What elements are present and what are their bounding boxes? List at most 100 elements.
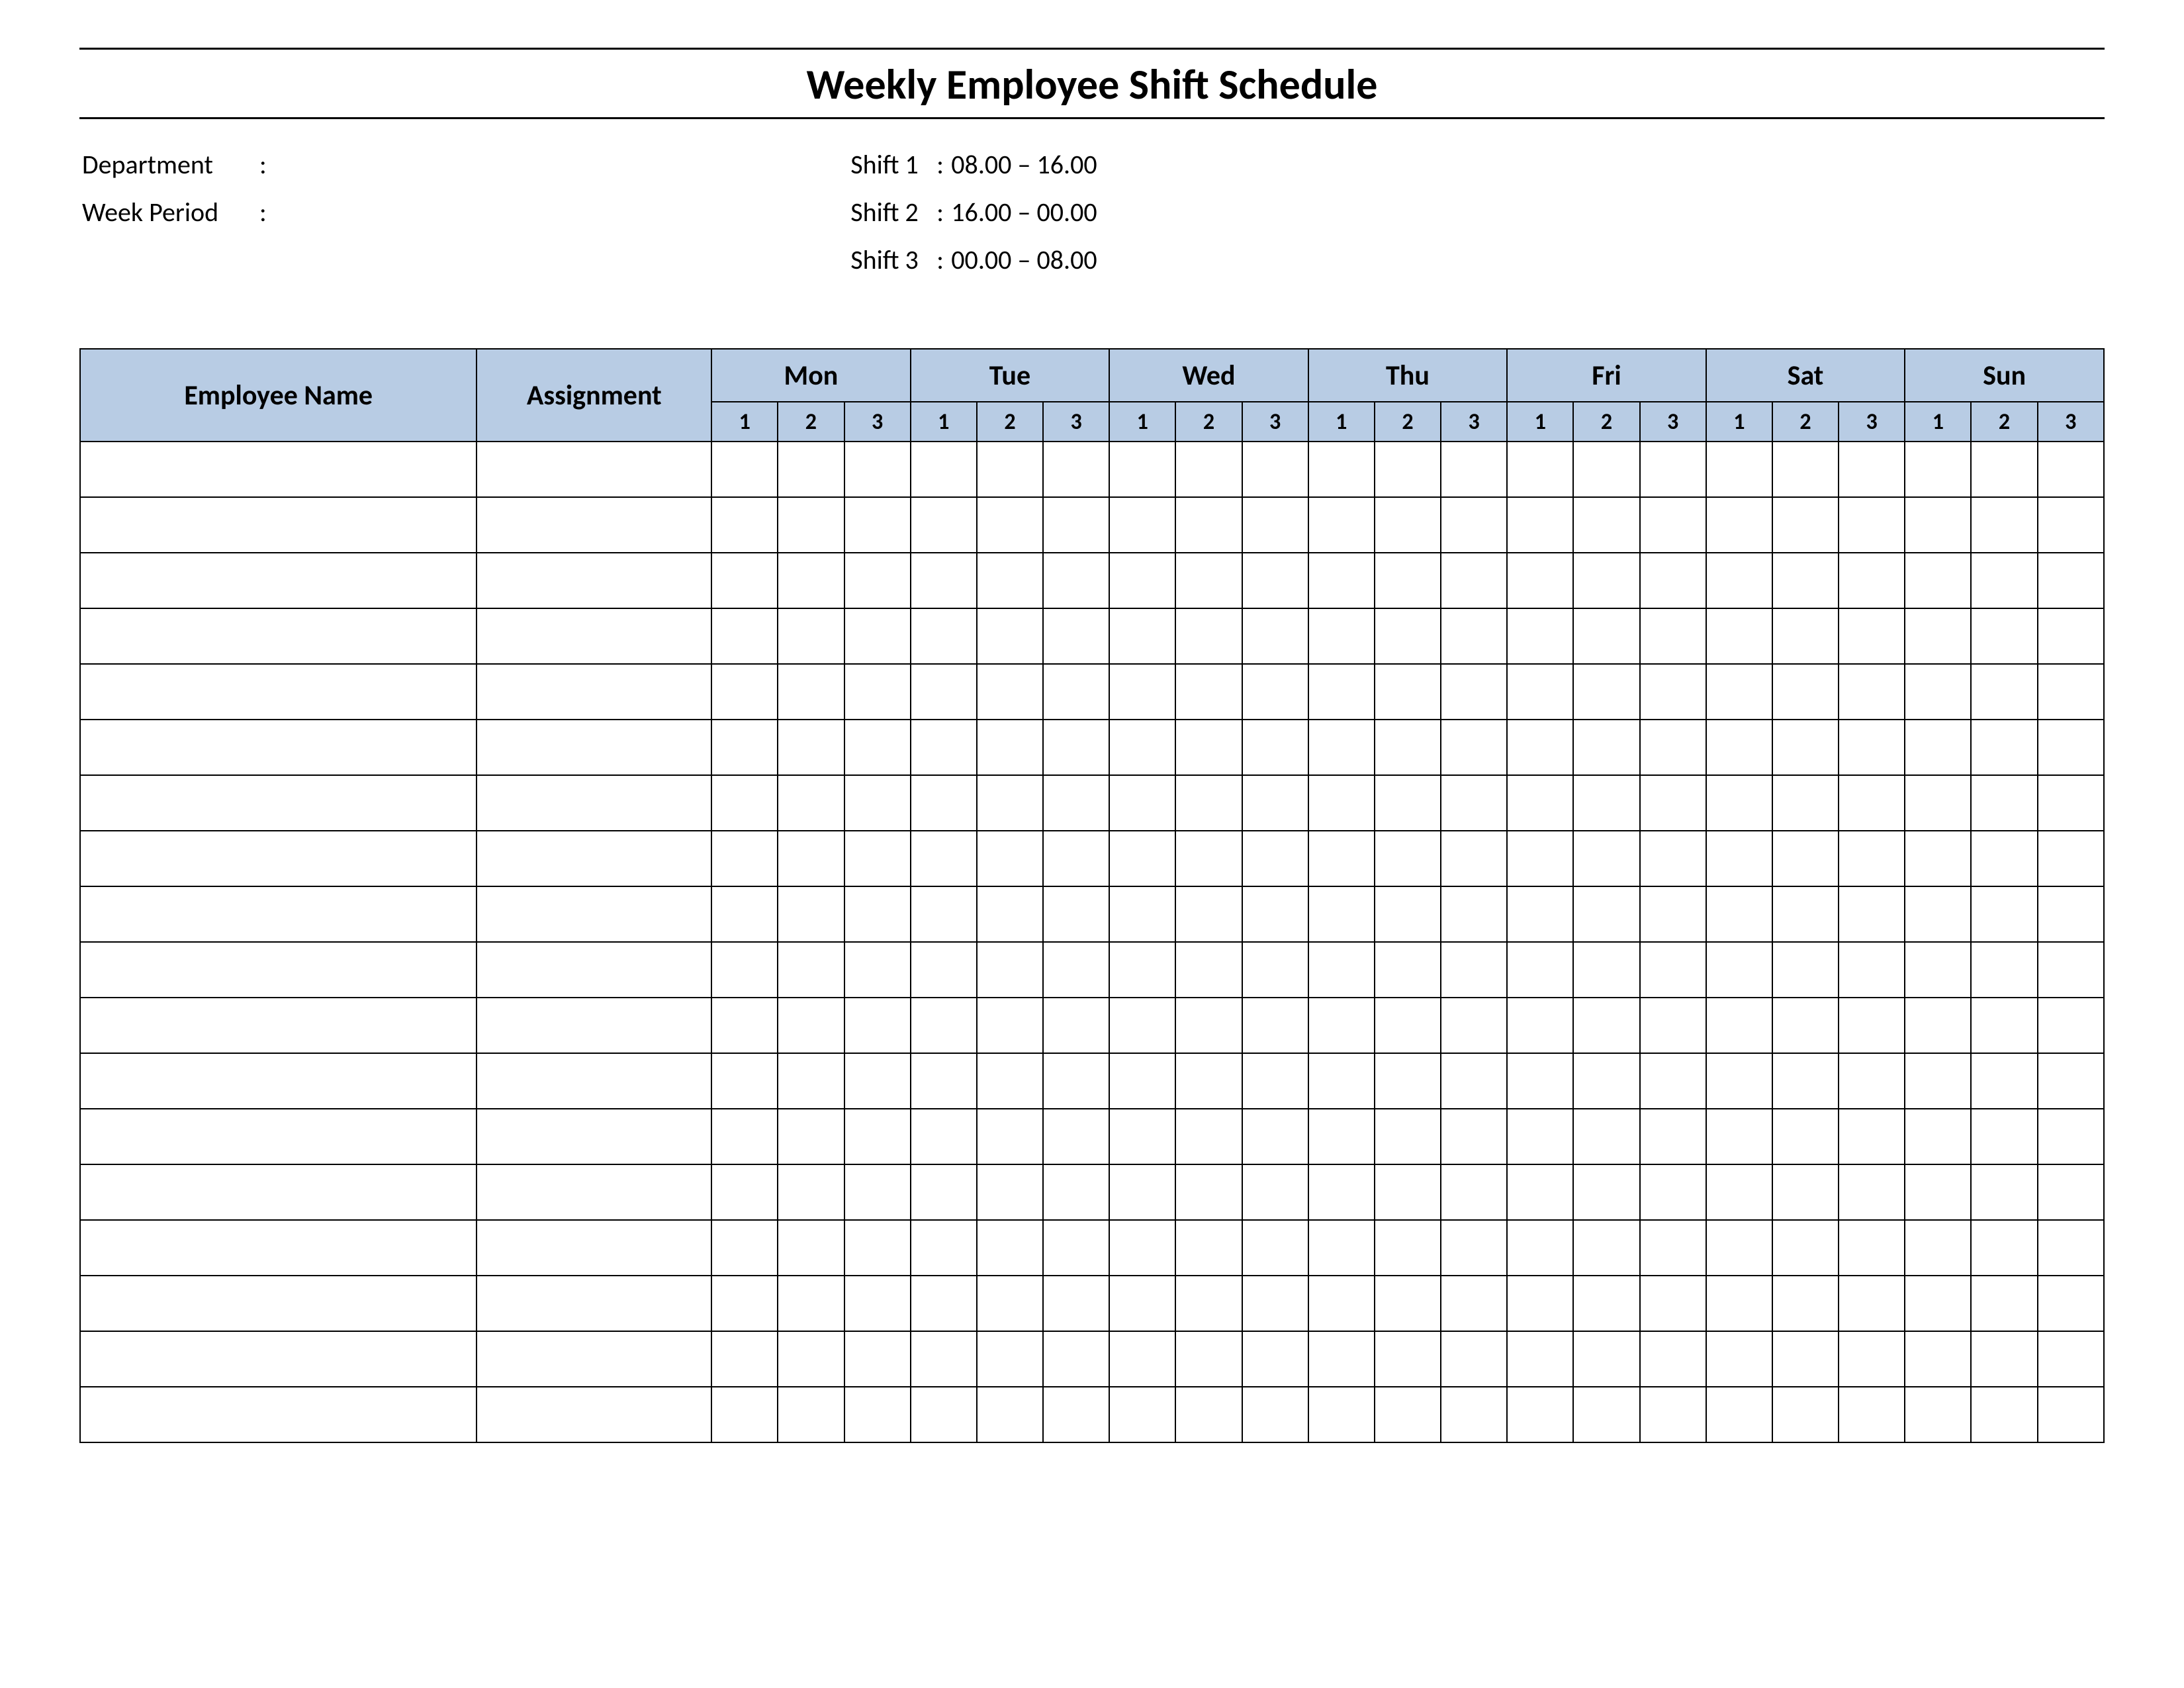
table-cell[interactable] [80,664,477,720]
table-cell[interactable] [1441,1053,1507,1109]
table-cell[interactable] [1839,886,1905,942]
table-cell[interactable] [1441,775,1507,831]
table-cell[interactable] [1706,720,1772,775]
table-cell[interactable] [1441,1276,1507,1331]
table-cell[interactable] [1640,1220,1706,1276]
table-cell[interactable] [778,553,844,608]
table-cell[interactable] [1242,775,1308,831]
table-cell[interactable] [1375,664,1441,720]
table-cell[interactable] [1441,831,1507,886]
table-cell[interactable] [1640,1276,1706,1331]
table-cell[interactable] [1507,942,1573,998]
table-cell[interactable] [1043,1387,1109,1442]
table-cell[interactable] [977,1109,1043,1164]
table-cell[interactable] [1175,1276,1242,1331]
table-cell[interactable] [1242,1053,1308,1109]
table-cell[interactable] [1375,1331,1441,1387]
table-cell[interactable] [1175,886,1242,942]
table-cell[interactable] [1308,1220,1375,1276]
table-cell[interactable] [1905,1331,1971,1387]
table-cell[interactable] [1175,553,1242,608]
table-cell[interactable] [1507,1331,1573,1387]
table-cell[interactable] [1507,1053,1573,1109]
table-cell[interactable] [1441,998,1507,1053]
table-cell[interactable] [1109,886,1175,942]
table-cell[interactable] [778,1053,844,1109]
table-cell[interactable] [1971,775,2037,831]
table-cell[interactable] [1971,608,2037,664]
table-cell[interactable] [1839,1109,1905,1164]
table-cell[interactable] [1175,775,1242,831]
table-cell[interactable] [911,1220,977,1276]
table-cell[interactable] [1043,1276,1109,1331]
table-cell[interactable] [1308,720,1375,775]
table-cell[interactable] [80,998,477,1053]
table-cell[interactable] [1375,942,1441,998]
table-cell[interactable] [1441,886,1507,942]
table-cell[interactable] [1242,1276,1308,1331]
table-cell[interactable] [1706,497,1772,553]
table-cell[interactable] [2038,608,2104,664]
table-cell[interactable] [844,1220,911,1276]
table-cell[interactable] [1242,608,1308,664]
table-cell[interactable] [911,1053,977,1109]
table-cell[interactable] [911,998,977,1053]
table-cell[interactable] [1573,886,1639,942]
table-cell[interactable] [1839,775,1905,831]
table-cell[interactable] [1242,497,1308,553]
table-cell[interactable] [977,1276,1043,1331]
table-cell[interactable] [2038,1220,2104,1276]
table-cell[interactable] [1043,1164,1109,1220]
table-cell[interactable] [711,1053,778,1109]
table-cell[interactable] [1772,998,1839,1053]
table-cell[interactable] [1971,1053,2037,1109]
table-cell[interactable] [1839,942,1905,998]
table-cell[interactable] [1375,831,1441,886]
table-cell[interactable] [1905,942,1971,998]
table-cell[interactable] [1175,1220,1242,1276]
table-cell[interactable] [1706,1164,1772,1220]
table-cell[interactable] [1441,497,1507,553]
table-cell[interactable] [1109,1276,1175,1331]
table-cell[interactable] [1772,497,1839,553]
table-cell[interactable] [1441,608,1507,664]
table-cell[interactable] [1772,1276,1839,1331]
table-cell[interactable] [1772,553,1839,608]
table-cell[interactable] [1109,1053,1175,1109]
table-cell[interactable] [1839,998,1905,1053]
table-cell[interactable] [1375,1387,1441,1442]
table-cell[interactable] [711,442,778,497]
table-cell[interactable] [80,720,477,775]
table-cell[interactable] [778,1387,844,1442]
table-cell[interactable] [977,608,1043,664]
table-cell[interactable] [977,886,1043,942]
table-cell[interactable] [1905,831,1971,886]
table-cell[interactable] [1839,1387,1905,1442]
table-cell[interactable] [1706,998,1772,1053]
table-cell[interactable] [80,831,477,886]
table-cell[interactable] [1043,1053,1109,1109]
table-cell[interactable] [1640,775,1706,831]
table-cell[interactable] [1242,1220,1308,1276]
table-cell[interactable] [977,1053,1043,1109]
table-cell[interactable] [711,886,778,942]
table-cell[interactable] [1308,442,1375,497]
table-cell[interactable] [1308,831,1375,886]
table-cell[interactable] [1905,1053,1971,1109]
table-cell[interactable] [1772,664,1839,720]
table-cell[interactable] [1971,1109,2037,1164]
table-cell[interactable] [1109,831,1175,886]
table-cell[interactable] [1375,1276,1441,1331]
table-cell[interactable] [1242,1387,1308,1442]
table-cell[interactable] [1375,998,1441,1053]
table-cell[interactable] [1242,1109,1308,1164]
table-cell[interactable] [844,886,911,942]
table-cell[interactable] [1043,497,1109,553]
table-cell[interactable] [2038,886,2104,942]
table-cell[interactable] [477,1164,711,1220]
table-cell[interactable] [1175,442,1242,497]
table-cell[interactable] [844,497,911,553]
table-cell[interactable] [1175,831,1242,886]
table-cell[interactable] [1441,553,1507,608]
table-cell[interactable] [80,942,477,998]
